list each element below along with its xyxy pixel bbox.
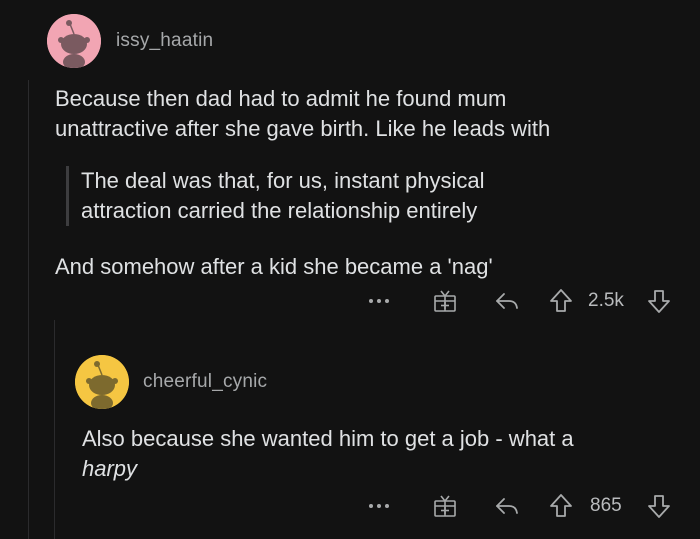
comment-body-line: harpy bbox=[82, 454, 137, 484]
reply-button[interactable] bbox=[492, 286, 522, 316]
upvote-button[interactable] bbox=[546, 286, 576, 316]
comment-body-line: And somehow after a kid she became a 'na… bbox=[55, 254, 493, 279]
comment-body-line: Because then dad had to admit he found m… bbox=[55, 86, 507, 111]
blockquote: The deal was that, for us, instant physi… bbox=[66, 166, 485, 226]
downvote-button[interactable] bbox=[644, 286, 674, 316]
comment-body-line: Also because she wanted him to get a job… bbox=[82, 426, 574, 451]
more-options-icon bbox=[369, 299, 389, 303]
reply-arrow-icon bbox=[496, 293, 518, 309]
award-gift-icon bbox=[434, 495, 456, 517]
comment-actions: 865 bbox=[360, 491, 680, 521]
more-options-button[interactable] bbox=[364, 286, 394, 316]
vote-count: 2.5k bbox=[588, 290, 624, 311]
comment-actions: 2.5k bbox=[360, 286, 680, 316]
downvote-arrow-icon bbox=[648, 495, 670, 518]
quote-line: attraction carried the relationship enti… bbox=[81, 198, 478, 223]
avatar[interactable] bbox=[75, 355, 129, 409]
snoo-avatar-icon bbox=[75, 355, 129, 409]
upvote-button[interactable] bbox=[546, 491, 576, 521]
thread-line-nested[interactable] bbox=[54, 320, 55, 539]
upvote-arrow-icon bbox=[550, 289, 572, 312]
quote-line: The deal was that, for us, instant physi… bbox=[81, 168, 485, 193]
vote-count: 865 bbox=[590, 495, 622, 516]
comment-thread: issy_haatin Because then dad had to admi… bbox=[0, 0, 700, 539]
more-options-button[interactable] bbox=[364, 491, 394, 521]
downvote-arrow-icon bbox=[648, 290, 670, 313]
more-options-icon bbox=[369, 504, 389, 508]
award-button[interactable] bbox=[430, 286, 460, 316]
award-gift-icon bbox=[434, 290, 456, 312]
snoo-avatar-icon bbox=[47, 14, 101, 68]
italic-text: harpy bbox=[82, 456, 138, 481]
thread-line[interactable] bbox=[28, 80, 29, 539]
upvote-arrow-icon bbox=[550, 494, 572, 517]
comment-body-line: unattractive after she gave birth. Like … bbox=[55, 116, 551, 141]
comment-author[interactable]: issy_haatin bbox=[116, 30, 213, 52]
comment-author[interactable]: cheerful_cynic bbox=[143, 371, 267, 393]
avatar[interactable] bbox=[47, 14, 101, 68]
reply-arrow-icon bbox=[496, 498, 518, 514]
reply-button[interactable] bbox=[492, 491, 522, 521]
downvote-button[interactable] bbox=[644, 491, 674, 521]
award-button[interactable] bbox=[430, 491, 460, 521]
